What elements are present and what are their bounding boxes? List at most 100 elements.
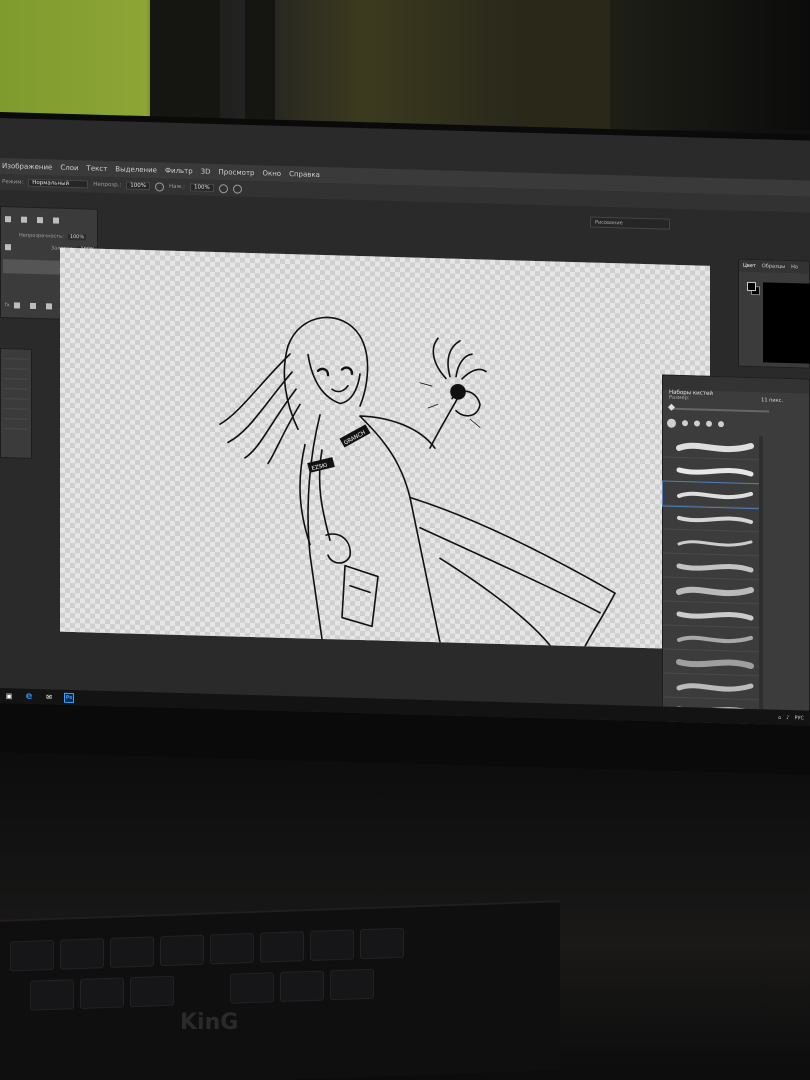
brush-stroke-preview [676, 467, 754, 477]
brush-preset-item[interactable] [663, 505, 759, 533]
brush-tip[interactable] [694, 420, 700, 427]
opacity-field[interactable]: 100% [126, 181, 150, 191]
folder-icon[interactable] [45, 303, 52, 310]
filter-type-icon[interactable] [37, 217, 43, 224]
tab-color[interactable]: Цвет [743, 263, 756, 269]
filter-adjust-icon[interactable] [21, 216, 27, 223]
history-item[interactable] [4, 381, 28, 390]
coat-outline [359, 415, 436, 449]
layer-opacity-label: Непрозрачность: [19, 232, 64, 240]
history-item[interactable] [4, 371, 28, 380]
volume-icon[interactable]: ♪ [786, 714, 789, 720]
menu-window[interactable]: Окно [262, 169, 281, 178]
tab-swatches[interactable]: Образцы [762, 263, 785, 270]
history-item[interactable] [4, 351, 28, 360]
adjustment-icon[interactable] [29, 302, 36, 309]
orb [450, 383, 466, 400]
hair-stroke [219, 353, 291, 425]
history-item[interactable] [4, 411, 28, 420]
arm-right [429, 393, 461, 449]
brush-stroke-preview [676, 683, 754, 692]
brush-stroke-path [677, 540, 753, 547]
hair-stroke [267, 403, 301, 465]
brush-stroke-preview [677, 491, 753, 500]
key [360, 927, 404, 960]
eye-left [316, 367, 330, 377]
mask-icon[interactable] [13, 302, 20, 309]
brush-preset-item[interactable] [663, 601, 759, 629]
color-picker-field[interactable] [763, 282, 810, 364]
monitor: Изображение Слои Текст Выделение Фильтр … [0, 112, 810, 775]
brush-preset-item[interactable] [663, 553, 759, 581]
brush-stroke-path [676, 586, 754, 597]
pressure-opacity-icon[interactable] [154, 181, 164, 192]
language-indicator[interactable]: РУС [794, 715, 804, 721]
brush-preset-item[interactable] [663, 457, 759, 485]
brush-size-value[interactable]: 11 пикс. [761, 397, 783, 404]
brush-preset-item[interactable] [662, 480, 760, 510]
history-item[interactable] [4, 401, 28, 410]
brush-preset-item[interactable] [663, 649, 759, 677]
menu-type[interactable]: Текст [87, 164, 108, 173]
brush-preset-item[interactable] [663, 577, 759, 605]
key [210, 932, 254, 965]
menu-layers[interactable]: Слои [60, 164, 78, 173]
flow-field[interactable]: 100% [190, 183, 214, 192]
history-item[interactable] [4, 361, 28, 370]
pressure-size-icon[interactable] [232, 184, 242, 194]
menu-3d[interactable]: 3D [201, 168, 211, 176]
menu-select[interactable]: Выделение [115, 165, 157, 174]
brush-tip[interactable] [682, 420, 688, 427]
keyboard [0, 900, 560, 1080]
brush-size-label: Размер: [669, 394, 690, 402]
mode-select[interactable]: Нормальный [28, 178, 89, 189]
menu-view[interactable]: Просмотр [219, 168, 255, 177]
brush-size-slider[interactable] [667, 403, 769, 413]
fx-icon[interactable]: fx [5, 302, 10, 308]
menu-help[interactable]: Справка [289, 170, 320, 179]
brush-stroke-preview [676, 442, 754, 453]
brush-list-scrollbar[interactable] [759, 436, 763, 725]
tab-more[interactable]: На [791, 264, 798, 270]
brush-stroke-preview [676, 658, 754, 669]
layer-opacity-field[interactable]: 100% [67, 233, 87, 241]
workspace-select[interactable]: Рисование [590, 216, 670, 230]
lock-icon[interactable] [5, 244, 11, 251]
document-canvas[interactable]: EZSKI GRANCH [60, 247, 710, 650]
key [110, 936, 154, 968]
photoshop-taskbar-icon[interactable]: Ps [64, 692, 74, 703]
filter-shape-icon[interactable] [53, 217, 59, 224]
brush-tip[interactable] [706, 420, 712, 427]
menu-filter[interactable]: Фильтр [165, 167, 193, 176]
brush-preset-item[interactable] [663, 625, 759, 653]
key [330, 968, 374, 1001]
brush-stroke-list [662, 433, 760, 725]
filter-pixel-icon[interactable] [5, 216, 11, 223]
keyboard-brand: KinG [180, 1010, 239, 1035]
sparkle [419, 382, 481, 428]
brush-tip[interactable] [718, 421, 724, 428]
windows-start-icon[interactable]: ▣ [4, 691, 14, 701]
brush-preset-item[interactable] [663, 433, 759, 461]
history-item[interactable] [4, 391, 28, 400]
brush-tip[interactable] [667, 418, 676, 428]
brush-preset-item[interactable] [663, 529, 759, 557]
background-wall [0, 0, 810, 130]
airbrush-icon[interactable] [218, 183, 228, 193]
eye-right [340, 366, 354, 376]
brush-stroke-preview [677, 540, 753, 547]
foreground-color-swatch[interactable] [747, 281, 756, 292]
network-icon[interactable]: ⌂ [778, 714, 781, 720]
mail-icon[interactable]: ✉ [44, 692, 54, 702]
brush-size-slider-handle[interactable] [667, 403, 676, 411]
menu-image[interactable]: Изображение [2, 162, 52, 171]
face-outline [307, 353, 361, 405]
badge-right: GRANCH [339, 424, 371, 448]
coat-tail [584, 592, 616, 648]
key [60, 938, 104, 970]
brush-preset-item[interactable] [663, 673, 759, 701]
edge-browser-icon[interactable]: e [24, 691, 34, 702]
brush-presets-panel: Наборы кистей Размер: 11 пикс. [662, 374, 810, 725]
brush-stroke-preview [676, 611, 754, 621]
history-item[interactable] [4, 421, 28, 430]
